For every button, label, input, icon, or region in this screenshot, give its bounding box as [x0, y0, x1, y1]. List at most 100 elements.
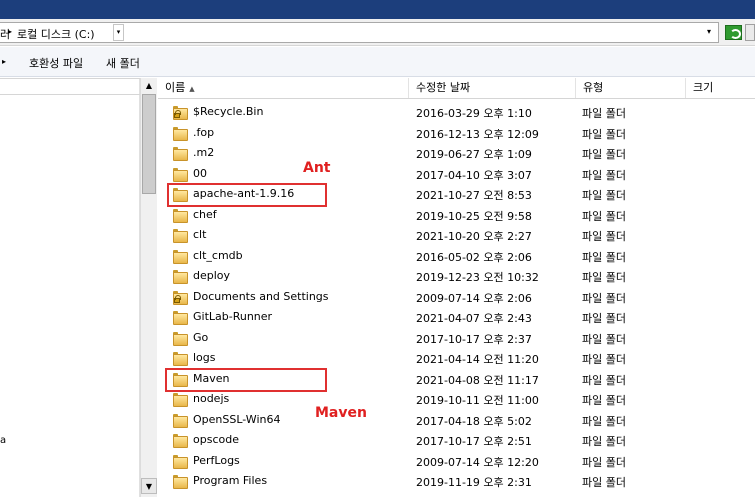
folder-icon	[173, 147, 188, 161]
file-row[interactable]: logs 2021-04-14 오전 11:20 파일 폴더	[158, 348, 755, 369]
file-name[interactable]: opscode	[193, 433, 239, 446]
file-type: 파일 폴더	[582, 373, 626, 387]
file-row[interactable]: clt 2021-10-20 오후 2:27 파일 폴더	[158, 225, 755, 246]
folder-icon	[173, 454, 188, 469]
navigation-pane[interactable]: a	[0, 78, 140, 497]
file-date: 2021-04-08 오전 11:17	[416, 373, 539, 387]
file-name[interactable]: logs	[193, 351, 216, 364]
file-type: 파일 폴더	[582, 476, 626, 489]
breadcrumb-drive[interactable]: 로컬 디스크 (C:)	[17, 26, 95, 42]
file-row[interactable]: Documents and Settings 2009-07-14 오후 2:06…	[158, 287, 755, 308]
file-date: 2016-12-13 오후 12:09	[416, 127, 539, 141]
file-name[interactable]: PerfLogs	[193, 454, 240, 467]
file-type: 파일 폴더	[582, 353, 626, 366]
file-type: 파일 폴더	[582, 148, 626, 161]
file-date: 2016-03-29 오후 1:10	[416, 107, 532, 120]
file-name[interactable]: .m2	[193, 146, 214, 159]
file-row[interactable]: Program Files 2019-11-19 오후 2:31 파일 폴더	[158, 471, 755, 492]
file-date: 2017-10-17 오후 2:51	[416, 435, 532, 448]
file-type: 파일 폴더	[582, 230, 626, 243]
new-folder-button[interactable]: 새 폴더	[106, 55, 140, 71]
file-date: 2021-04-14 오전 11:20	[416, 353, 539, 366]
column-header-date[interactable]: 수정한 날짜	[409, 78, 576, 98]
file-date: 2017-04-10 오후 3:07	[416, 168, 532, 182]
column-header-name[interactable]: 이름 ▲	[158, 78, 409, 98]
file-type: 파일 폴더	[582, 168, 626, 182]
scroll-down-icon[interactable]: ▼	[141, 478, 157, 494]
column-header-type[interactable]: 유형	[576, 78, 686, 98]
compat-files-button[interactable]: 호환성 파일	[29, 55, 83, 71]
breadcrumb-separator-icon[interactable]: ▸	[8, 27, 12, 36]
file-row[interactable]: clt_cmdb 2016-05-02 오후 2:06 파일 폴더	[158, 246, 755, 267]
file-row[interactable]: deploy 2019-12-23 오전 10:32 파일 폴더	[158, 266, 755, 287]
command-bar: ▸ 호환성 파일 새 폴더	[0, 47, 755, 77]
file-row[interactable]: Go 2017-10-17 오후 2:37 파일 폴더	[158, 328, 755, 349]
file-type: 파일 폴더	[582, 189, 626, 202]
file-date: 2017-04-18 오후 5:02	[416, 414, 532, 428]
file-date: 2021-10-27 오전 8:53	[416, 189, 532, 202]
file-row[interactable]: nodejs 2019-10-11 오전 11:00 파일 폴더	[158, 389, 755, 410]
breadcrumb-dropdown-icon[interactable]: ▾	[113, 24, 124, 41]
maven-annotation: Maven	[315, 405, 367, 421]
file-name[interactable]: Program Files	[193, 474, 267, 487]
file-type: 파일 폴더	[582, 209, 626, 223]
file-name[interactable]: deploy	[193, 269, 230, 282]
file-name[interactable]: GitLab-Runner	[193, 310, 272, 323]
file-name[interactable]: clt_cmdb	[193, 249, 243, 262]
file-row[interactable]: GitLab-Runner 2021-04-07 오후 2:43 파일 폴더	[158, 307, 755, 328]
scroll-thumb[interactable]	[142, 94, 156, 194]
file-type: 파일 폴더	[582, 455, 626, 469]
file-name[interactable]: OpenSSL-Win64	[193, 413, 280, 426]
file-type: 파일 폴더	[582, 414, 626, 428]
folder-icon	[173, 352, 188, 366]
file-date: 2009-07-14 오후 12:20	[416, 455, 539, 469]
file-row[interactable]: OpenSSL-Win64 2017-04-18 오후 5:02 파일 폴더	[158, 410, 755, 431]
file-name[interactable]: nodejs	[193, 392, 229, 405]
file-name[interactable]: $Recycle.Bin	[193, 105, 263, 118]
folder-icon	[173, 475, 188, 489]
folder-icon	[173, 393, 188, 407]
file-type: 파일 폴더	[582, 332, 626, 346]
search-box-edge[interactable]	[745, 24, 755, 41]
lock-icon	[174, 110, 181, 118]
window-title-bar	[0, 0, 755, 19]
file-type: 파일 폴더	[582, 107, 626, 120]
file-name[interactable]: Documents and Settings	[193, 290, 329, 303]
folder-icon	[173, 167, 188, 182]
maven-highlight-box	[165, 368, 327, 392]
column-header-size[interactable]: 크기	[686, 78, 755, 98]
file-row[interactable]: .m2 2019-06-27 오후 1:09 파일 폴더	[158, 143, 755, 164]
file-name[interactable]: clt	[193, 228, 206, 241]
sort-ascending-icon: ▲	[189, 85, 195, 93]
file-date: 2019-06-27 오후 1:09	[416, 148, 532, 161]
nav-scrollbar[interactable]: ▲ ▼	[140, 78, 157, 497]
file-name[interactable]: chef	[193, 208, 217, 221]
file-list: $Recycle.Bin 2016-03-29 오후 1:10 파일 폴더 .fop 2…	[158, 102, 755, 497]
file-name[interactable]: 00	[193, 167, 207, 180]
folder-icon	[173, 331, 188, 346]
file-row[interactable]: PerfLogs 2009-07-14 오후 12:20 파일 폴더	[158, 451, 755, 472]
file-row[interactable]: .fop 2016-12-13 오후 12:09 파일 폴더	[158, 123, 755, 144]
file-date: 2016-05-02 오후 2:06	[416, 250, 532, 264]
file-row[interactable]: chef 2019-10-25 오전 9:58 파일 폴더	[158, 205, 755, 226]
folder-icon	[173, 311, 188, 325]
nav-selected-item[interactable]	[0, 78, 140, 95]
address-bar[interactable]: 러 ▸ 로컬 디스크 (C:) ▾ ▾	[0, 22, 719, 43]
lock-icon	[174, 294, 181, 303]
refresh-button[interactable]	[725, 25, 742, 40]
file-date: 2021-04-07 오후 2:43	[416, 312, 532, 325]
ant-highlight-box	[167, 183, 327, 207]
file-row[interactable]: $Recycle.Bin 2016-03-29 오후 1:10 파일 폴더	[158, 102, 755, 123]
file-row[interactable]: opscode 2017-10-17 오후 2:51 파일 폴더	[158, 430, 755, 451]
nav-item-fragment[interactable]: a	[0, 435, 6, 446]
folder-icon	[173, 208, 188, 223]
file-date: 2019-10-25 오전 9:58	[416, 209, 532, 223]
file-row[interactable]: 00 2017-04-10 오후 3:07 파일 폴더	[158, 164, 755, 185]
column-header-name-label: 이름	[165, 81, 186, 94]
toolbar-arrow-icon[interactable]: ▸	[2, 57, 6, 66]
file-date: 2009-07-14 오후 2:06	[416, 291, 532, 305]
scroll-up-icon[interactable]: ▲	[141, 78, 157, 94]
address-dropdown-icon[interactable]: ▾	[707, 27, 711, 36]
file-name[interactable]: Go	[193, 331, 208, 344]
file-name[interactable]: .fop	[193, 126, 214, 139]
